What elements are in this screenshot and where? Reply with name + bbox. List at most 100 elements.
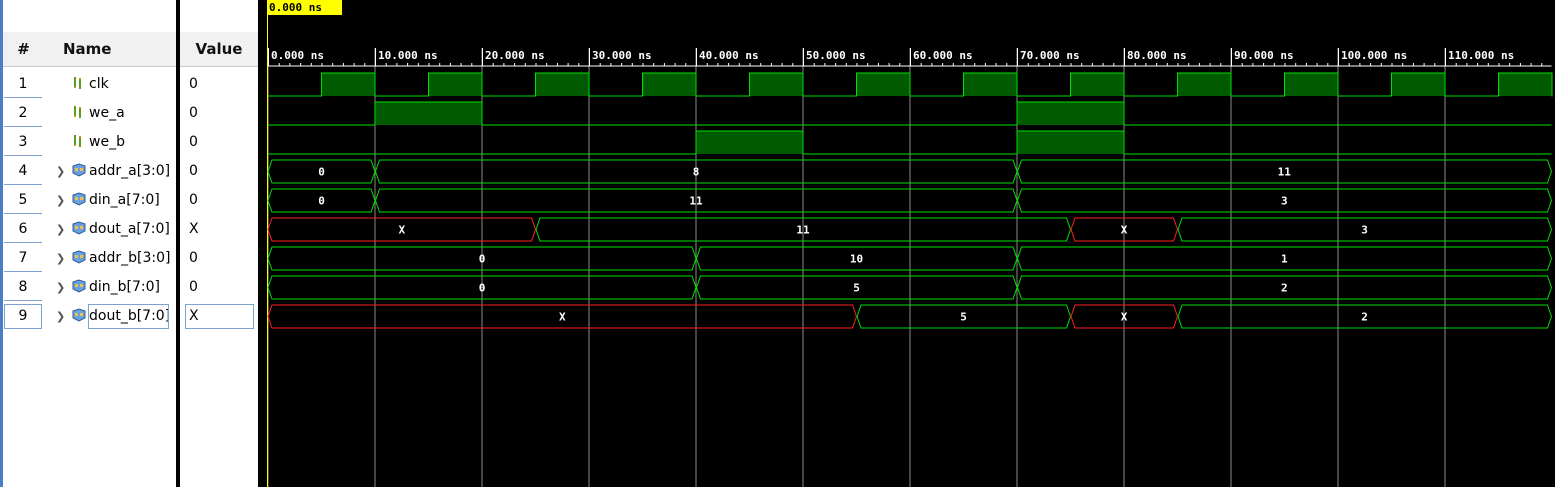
- signal-name[interactable]: addr_b[3:0]: [89, 244, 170, 273]
- signal-value: 0: [189, 250, 198, 266]
- signal-row[interactable]: 4 ❯ addr_a[3:0] 0: [0, 157, 258, 186]
- time-tick-label: 110.000 ns: [1448, 49, 1514, 62]
- row-number-underline: [4, 155, 42, 156]
- expand-chevron-icon[interactable]: ❯: [56, 157, 66, 186]
- signal-value: 0: [189, 105, 198, 121]
- signal-row[interactable]: 5 ❯ din_a[7:0] 0: [0, 186, 258, 215]
- high-pulse: [1070, 73, 1124, 96]
- selected-value-outline: [185, 304, 254, 329]
- bus-value-label: 11: [689, 195, 703, 208]
- signal-row[interactable]: 3 we_b 0: [0, 128, 258, 157]
- bus-value-label: 0: [479, 253, 486, 266]
- high-pulse: [1017, 131, 1124, 154]
- row-number: 8: [18, 279, 28, 295]
- bus-value-label: 8: [693, 166, 700, 179]
- row-number-underline: [4, 213, 42, 214]
- bus-value-label: 11: [796, 224, 810, 237]
- high-pulse: [1177, 73, 1231, 96]
- bus-value-label: 0: [318, 195, 325, 208]
- signal-name[interactable]: clk: [89, 70, 109, 99]
- bus-value-label: 5: [960, 311, 967, 324]
- expand-chevron-icon[interactable]: ❯: [56, 273, 66, 302]
- row-number-underline: [4, 300, 42, 301]
- time-tick-label: 40.000 ns: [699, 49, 759, 62]
- signal-value: 0: [189, 192, 198, 208]
- time-tick-label: 80.000 ns: [1127, 49, 1187, 62]
- signal-value: 0: [189, 134, 198, 150]
- time-tick-label: 60.000 ns: [913, 49, 973, 62]
- signal-name[interactable]: we_b: [89, 128, 125, 157]
- row-number: 7: [18, 250, 28, 266]
- high-pulse: [428, 73, 482, 96]
- column-header-name[interactable]: Name: [44, 32, 176, 67]
- bus-signal-icon: [72, 192, 86, 206]
- selected-name-outline: [88, 304, 169, 329]
- signal-row[interactable]: 2 we_a 0: [0, 99, 258, 128]
- bus-value-label: X: [559, 311, 566, 324]
- time-tick-label: 30.000 ns: [592, 49, 652, 62]
- time-tick-label: 20.000 ns: [485, 49, 545, 62]
- bit-signal-icon: [72, 134, 86, 148]
- high-pulse: [963, 73, 1017, 96]
- row-number: 5: [18, 192, 28, 208]
- column-header-num[interactable]: #: [3, 32, 44, 67]
- signal-value: X: [189, 221, 199, 237]
- signal-row[interactable]: 8 ❯ din_b[7:0] 0: [0, 273, 258, 302]
- time-tick-label: 70.000 ns: [1020, 49, 1080, 62]
- bus-value-label: 0: [479, 282, 486, 295]
- row-number-underline: [4, 126, 42, 127]
- signal-row[interactable]: 7 ❯ addr_b[3:0] 0: [0, 244, 258, 273]
- high-pulse: [375, 102, 482, 125]
- high-pulse: [321, 73, 375, 96]
- bus-value-label: 2: [1361, 311, 1368, 324]
- row-number: 4: [18, 163, 28, 179]
- signal-name[interactable]: addr_a[3:0]: [89, 157, 170, 186]
- signal-row[interactable]: 6 ❯ dout_a[7:0] X: [0, 215, 258, 244]
- high-pulse: [1017, 102, 1124, 125]
- bus-value-label: 1: [1281, 253, 1288, 266]
- signal-list-pane: # Name Value 1 clk 0 2 we_a 0 3 we_b 0 4 ❯ addr_a[3…: [0, 0, 262, 487]
- bit-signal-icon: [72, 105, 86, 119]
- waveform-canvas[interactable]: 0.000 ns 10.000 ns 20.000 ns 30.000 ns 40.00…: [262, 0, 1555, 487]
- bus-signal-icon: [72, 279, 86, 293]
- time-tick-label: 0.000 ns: [271, 49, 324, 62]
- expand-chevron-icon[interactable]: ❯: [56, 215, 66, 244]
- signal-value: 0: [189, 279, 198, 295]
- bus-value-label: 3: [1361, 224, 1368, 237]
- column-header-value[interactable]: Value: [180, 32, 258, 67]
- high-pulse: [856, 73, 910, 96]
- row-number-underline: [4, 97, 42, 98]
- signal-row[interactable]: 1 clk 0: [0, 70, 258, 99]
- time-tick-label: 10.000 ns: [378, 49, 438, 62]
- bit-signal-icon: [72, 76, 86, 90]
- row-number: 6: [18, 221, 28, 237]
- bus-value-label: X: [1121, 311, 1128, 324]
- bus-signal-icon: [72, 250, 86, 264]
- signal-value: 0: [189, 163, 198, 179]
- signal-name[interactable]: dout_a[7:0]: [89, 215, 170, 244]
- row-number: 2: [18, 105, 28, 121]
- row-number-underline: [4, 242, 42, 243]
- time-tick-label: 50.000 ns: [806, 49, 866, 62]
- high-pulse: [642, 73, 696, 96]
- bus-signal-icon: [72, 308, 86, 322]
- high-pulse: [535, 73, 589, 96]
- signal-name[interactable]: we_a: [89, 99, 125, 128]
- expand-chevron-icon[interactable]: ❯: [56, 186, 66, 215]
- expand-chevron-icon[interactable]: ❯: [56, 302, 66, 331]
- signal-name[interactable]: din_b[7:0]: [89, 273, 160, 302]
- bus-value-label: 5: [853, 282, 860, 295]
- bus-value-label: X: [398, 224, 405, 237]
- bus-signal-icon: [72, 221, 86, 235]
- signal-value: 0: [189, 76, 198, 92]
- bus-value-label: 11: [1278, 166, 1292, 179]
- signal-name[interactable]: din_a[7:0]: [89, 186, 160, 215]
- signal-row[interactable]: 9 ❯ dout_b[7:0] X: [0, 302, 258, 331]
- expand-chevron-icon[interactable]: ❯: [56, 244, 66, 273]
- high-pulse: [1391, 73, 1445, 96]
- row-number: 3: [18, 134, 28, 150]
- bus-value-label: 3: [1281, 195, 1288, 208]
- row-number-underline: [4, 271, 42, 272]
- high-pulse: [1284, 73, 1338, 96]
- row-number: 1: [18, 76, 28, 92]
